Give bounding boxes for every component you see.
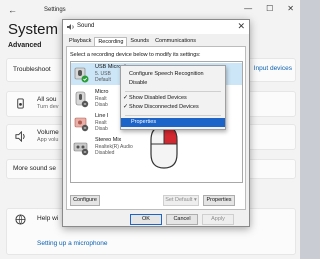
page-title: System — [8, 21, 59, 38]
dialog-tabs: Playback Recording Sounds Communications — [63, 37, 199, 46]
close-icon[interactable]: ✕ — [237, 21, 245, 32]
microphone-icon — [75, 91, 89, 108]
speaker-icon — [17, 98, 24, 109]
menu-item-configure-speech[interactable]: Configure Speech Recognition — [121, 70, 225, 79]
instruction-text: Select a recording device below to modif… — [70, 52, 201, 58]
help-title: Help wi — [37, 215, 59, 222]
menu-item-disable[interactable]: Disable — [121, 79, 225, 88]
tab-communications[interactable]: Communications — [152, 37, 199, 46]
set-default-label: Set Default — [165, 197, 193, 203]
context-menu: Configure Speech Recognition Disable ✓ Sh… — [120, 65, 226, 130]
set-default-button[interactable]: Set Default ▾ — [163, 195, 199, 206]
volume-subtitle: App volu — [37, 137, 59, 143]
menu-item-label: Show Disconnected Devices — [129, 104, 199, 110]
maximize-icon[interactable]: ☐ — [266, 4, 273, 13]
device-status: Disab — [95, 126, 108, 132]
tab-recording[interactable]: Recording — [94, 37, 128, 46]
help-icon — [15, 214, 26, 225]
device-status: Default — [95, 77, 111, 83]
checkmark-icon: ✓ — [123, 104, 129, 110]
properties-button[interactable]: Properties — [203, 195, 235, 206]
speaker-icon — [67, 24, 74, 30]
mouse-right-click-icon — [150, 125, 178, 169]
menu-separator — [125, 91, 221, 92]
tab-sounds[interactable]: Sounds — [127, 37, 152, 46]
ok-button[interactable]: OK — [130, 214, 162, 225]
all-sound-subtitle: Turn dev — [37, 104, 59, 110]
checkmark-icon: ✓ — [123, 95, 129, 101]
device-status: Disab — [95, 102, 108, 108]
dialog-titlebar: Sound ✕ — [63, 20, 249, 34]
input-devices-link[interactable]: Input devices — [254, 65, 292, 72]
configure-button[interactable]: Configure — [70, 195, 100, 206]
back-arrow-icon[interactable]: ← — [8, 6, 17, 15]
menu-item-label: Show Disabled Devices — [129, 95, 187, 101]
menu-item-show-disconnected[interactable]: ✓ Show Disconnected Devices — [121, 103, 225, 112]
setting-up-microphone-link[interactable]: Setting up a microphone — [37, 240, 107, 247]
menu-item-label: Configure Speech Recognition — [129, 71, 204, 77]
all-sound-title: All sou — [37, 96, 57, 103]
menu-item-label: Disable — [129, 80, 148, 86]
minimize-icon[interactable]: — — [244, 4, 252, 13]
close-icon[interactable]: ✕ — [287, 4, 294, 13]
device-status: Disabled — [95, 150, 115, 156]
settings-app-title: Settings — [44, 7, 66, 13]
menu-item-label: Properties — [131, 119, 157, 125]
dialog-title: Sound — [77, 23, 95, 29]
device-name: Stereo Mix — [95, 137, 122, 143]
menu-item-show-disabled[interactable]: ✓ Show Disabled Devices — [121, 94, 225, 103]
stereo-mix-icon — [73, 142, 89, 156]
more-sound-title: More sound se — [13, 165, 56, 172]
troubleshoot-title: Troubleshoot — [13, 66, 51, 73]
menu-separator — [125, 115, 221, 116]
window-controls: — ☐ ✕ — [244, 4, 294, 13]
microphone-icon — [74, 67, 89, 83]
volume-title: Volume — [37, 129, 59, 136]
line-in-icon — [74, 117, 89, 132]
device-name: Micro — [95, 89, 109, 95]
apply-button[interactable]: Apply — [202, 214, 234, 225]
tab-playback[interactable]: Playback — [66, 37, 94, 46]
menu-item-properties[interactable]: Properties — [121, 118, 225, 127]
cancel-button[interactable]: Cancel — [166, 214, 198, 225]
device-name: Line I — [95, 113, 109, 119]
volume-icon — [15, 131, 25, 142]
page-subtitle: Advanced — [8, 42, 42, 49]
